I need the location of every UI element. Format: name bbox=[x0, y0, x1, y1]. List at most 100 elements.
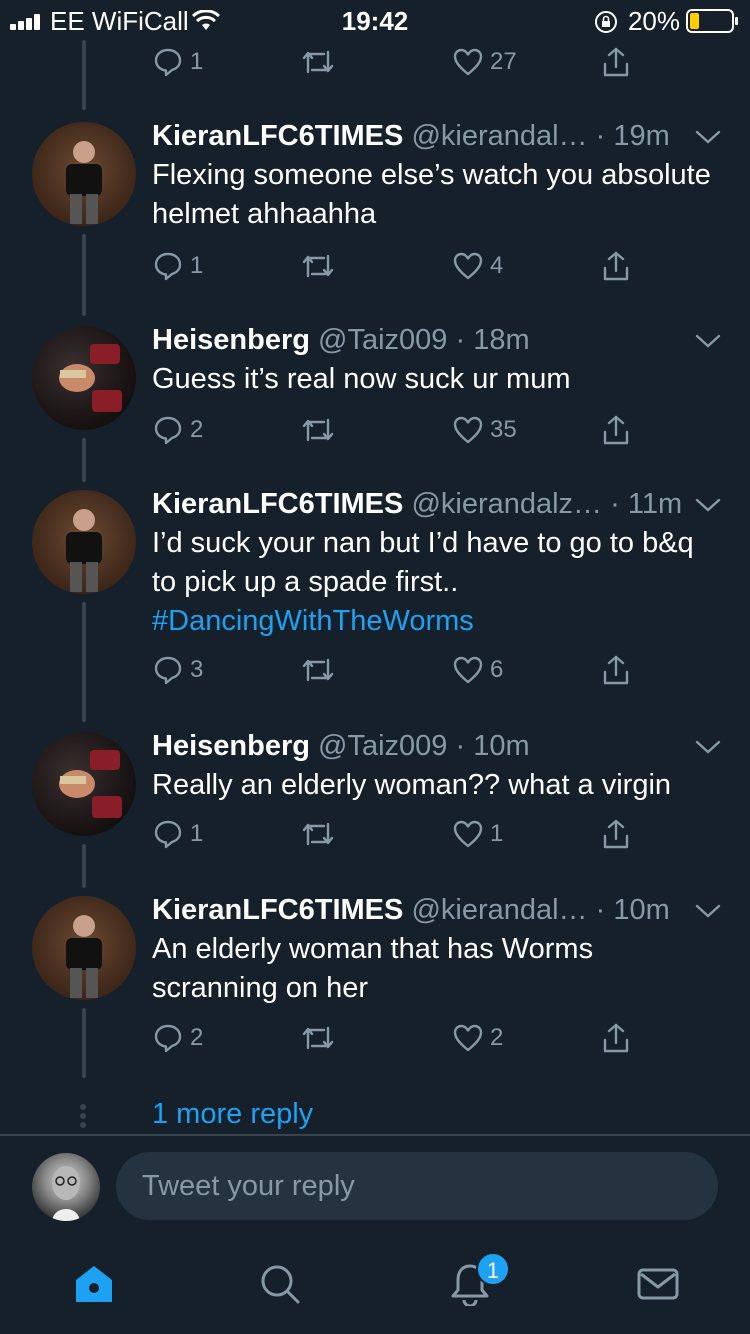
heart-icon bbox=[453, 252, 483, 280]
retweet-button[interactable] bbox=[300, 1018, 336, 1058]
share-button[interactable] bbox=[600, 1018, 632, 1058]
tweet-actions: 2 35 bbox=[152, 410, 652, 450]
chevron-down-icon[interactable] bbox=[694, 128, 722, 146]
timestamp: · 19m bbox=[595, 120, 670, 152]
retweet-button[interactable] bbox=[300, 246, 336, 286]
profile-photo bbox=[66, 509, 102, 592]
like-button[interactable]: 6 bbox=[452, 650, 503, 690]
reply-icon bbox=[154, 656, 182, 685]
reply-icon bbox=[154, 820, 182, 849]
messages-icon bbox=[637, 1268, 679, 1300]
chevron-down-icon[interactable] bbox=[694, 496, 722, 514]
divider bbox=[0, 1134, 750, 1136]
avatar[interactable] bbox=[32, 732, 136, 836]
tweet-actions: 3 6 bbox=[152, 650, 652, 690]
like-button[interactable]: 27 bbox=[452, 42, 517, 82]
like-button[interactable]: 2 bbox=[452, 1018, 503, 1058]
tab-messages[interactable] bbox=[636, 1262, 680, 1306]
reply-count: 2 bbox=[190, 416, 204, 443]
username[interactable]: @kierandalz… bbox=[411, 488, 602, 520]
reply-count: 1 bbox=[190, 820, 204, 847]
like-button[interactable]: 1 bbox=[452, 814, 503, 854]
thread-line bbox=[82, 234, 86, 316]
hashtag-link[interactable]: #DancingWithTheWorms bbox=[152, 605, 474, 637]
retweet-button[interactable] bbox=[300, 42, 336, 82]
reply-icon bbox=[154, 416, 182, 445]
heart-icon bbox=[453, 48, 483, 76]
heart-icon bbox=[453, 1024, 483, 1052]
thread-line bbox=[82, 40, 86, 110]
tweet-header: KieranLFC6TIMES @kierandal… · 10m bbox=[152, 892, 670, 928]
profile-photo bbox=[59, 750, 122, 818]
share-icon bbox=[603, 819, 629, 849]
battery-percentage: 20% bbox=[627, 6, 680, 36]
tweet-actions: 1 1 bbox=[152, 814, 652, 854]
retweet-icon bbox=[302, 1026, 334, 1050]
reply-button[interactable]: 2 bbox=[152, 1018, 203, 1058]
like-count: 35 bbox=[490, 416, 517, 443]
avatar[interactable] bbox=[32, 490, 136, 594]
share-button[interactable] bbox=[600, 42, 632, 82]
more-replies-link[interactable]: 1 more reply bbox=[152, 1098, 313, 1131]
username[interactable]: @Taiz009 bbox=[318, 730, 447, 762]
current-user-avatar[interactable] bbox=[32, 1153, 100, 1221]
reply-input[interactable] bbox=[116, 1152, 718, 1220]
heart-icon bbox=[453, 820, 483, 848]
tweet-actions: 1 4 bbox=[152, 246, 652, 286]
tweet-header: Heisenberg @Taiz009 · 10m bbox=[152, 728, 530, 764]
avatar[interactable] bbox=[32, 122, 136, 226]
display-name[interactable]: KieranLFC6TIMES bbox=[152, 894, 403, 926]
reply-button[interactable]: 2 bbox=[152, 410, 203, 450]
thread-line bbox=[82, 1008, 86, 1078]
display-name[interactable]: Heisenberg bbox=[152, 324, 310, 356]
share-button[interactable] bbox=[600, 410, 632, 450]
notification-badge: 1 bbox=[476, 1252, 510, 1286]
tweet-actions: 1 27 bbox=[152, 42, 652, 82]
retweet-icon bbox=[302, 658, 334, 682]
reply-button[interactable]: 1 bbox=[152, 246, 203, 286]
tweet-header: KieranLFC6TIMES @kierandalz… · 11m bbox=[152, 486, 682, 522]
username[interactable]: @kierandal… bbox=[411, 120, 587, 152]
reply-count: 2 bbox=[190, 1024, 204, 1051]
profile-photo bbox=[66, 141, 102, 224]
retweet-button[interactable] bbox=[300, 410, 336, 450]
retweet-button[interactable] bbox=[300, 650, 336, 690]
timestamp: · 10m bbox=[595, 894, 670, 926]
share-button[interactable] bbox=[600, 650, 632, 690]
username[interactable]: @Taiz009 bbox=[318, 324, 447, 356]
display-name[interactable]: Heisenberg bbox=[152, 730, 310, 762]
home-icon bbox=[76, 1266, 112, 1302]
heart-icon bbox=[453, 656, 483, 684]
reply-button[interactable]: 1 bbox=[152, 42, 203, 82]
like-count: 27 bbox=[490, 48, 517, 75]
tweet-actions: 2 2 bbox=[152, 1018, 652, 1058]
share-button[interactable] bbox=[600, 246, 632, 286]
avatar[interactable] bbox=[32, 326, 136, 430]
avatar[interactable] bbox=[32, 896, 136, 1000]
username[interactable]: @kierandal… bbox=[411, 894, 587, 926]
reply-button[interactable]: 1 bbox=[152, 814, 203, 854]
chevron-down-icon[interactable] bbox=[694, 902, 722, 920]
tweet-header: Heisenberg @Taiz009 · 18m bbox=[152, 322, 530, 358]
timestamp: · 18m bbox=[455, 324, 530, 356]
share-button[interactable] bbox=[600, 814, 632, 854]
display-name[interactable]: KieranLFC6TIMES bbox=[152, 120, 403, 152]
reply-button[interactable]: 3 bbox=[152, 650, 203, 690]
reply-icon bbox=[154, 48, 182, 77]
chevron-down-icon[interactable] bbox=[694, 332, 722, 350]
tab-search[interactable] bbox=[258, 1262, 302, 1306]
display-name[interactable]: KieranLFC6TIMES bbox=[152, 488, 403, 520]
like-count: 1 bbox=[490, 820, 504, 847]
tweet-header: KieranLFC6TIMES @kierandal… · 19m bbox=[152, 118, 670, 154]
share-icon bbox=[603, 415, 629, 445]
retweet-icon bbox=[302, 50, 334, 74]
rotation-lock-icon bbox=[595, 11, 617, 33]
wifi-icon bbox=[192, 10, 220, 30]
chevron-down-icon[interactable] bbox=[694, 738, 722, 756]
retweet-button[interactable] bbox=[300, 814, 336, 854]
like-button[interactable]: 4 bbox=[452, 246, 503, 286]
timestamp: · 10m bbox=[455, 730, 530, 762]
like-button[interactable]: 35 bbox=[452, 410, 517, 450]
tab-home[interactable] bbox=[72, 1262, 116, 1306]
thread-line bbox=[82, 844, 86, 888]
